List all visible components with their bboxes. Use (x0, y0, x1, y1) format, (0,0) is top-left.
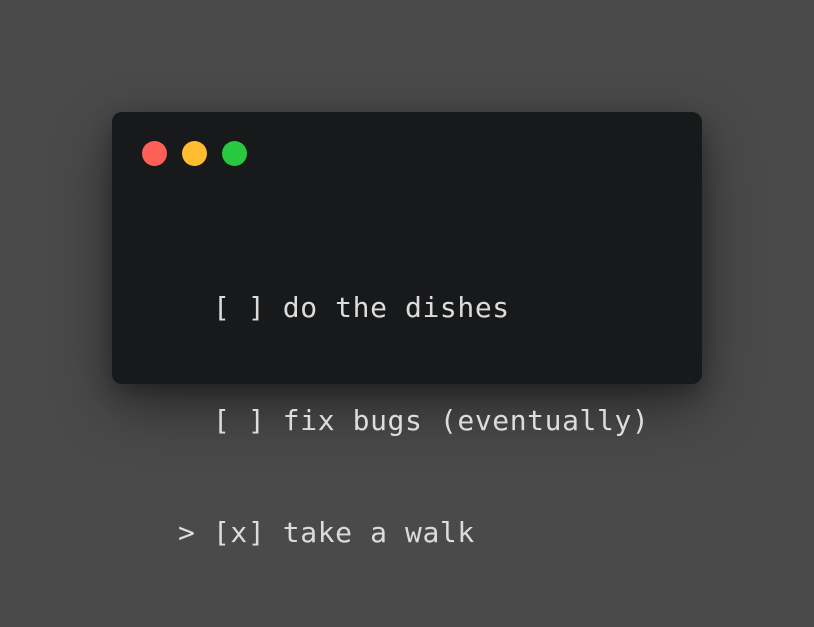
todo-text: do the dishes (282, 291, 510, 324)
checkbox[interactable]: [ ] (213, 404, 265, 437)
todo-text: fix bugs (eventually) (282, 403, 650, 437)
cursor-indicator: > (178, 516, 196, 549)
todo-list: [ ] do the dishes [ ] fix bugs (eventual… (178, 214, 649, 627)
todo-text: take a walk (282, 516, 475, 549)
close-button[interactable] (142, 141, 167, 166)
todo-item[interactable]: [ ] do the dishes (178, 289, 649, 327)
checkbox[interactable]: [ ] (213, 291, 265, 324)
minimize-button[interactable] (182, 141, 207, 166)
window-controls (142, 141, 247, 166)
cursor-indicator (178, 404, 195, 437)
todo-item[interactable]: > [x] take a walk (178, 514, 649, 552)
checkbox[interactable]: [x] (213, 516, 265, 549)
todo-item[interactable]: [ ] fix bugs (eventually) (178, 402, 649, 440)
terminal-window: [ ] do the dishes [ ] fix bugs (eventual… (112, 112, 702, 549)
zoom-button[interactable] (222, 141, 247, 166)
cursor-indicator (178, 291, 195, 324)
